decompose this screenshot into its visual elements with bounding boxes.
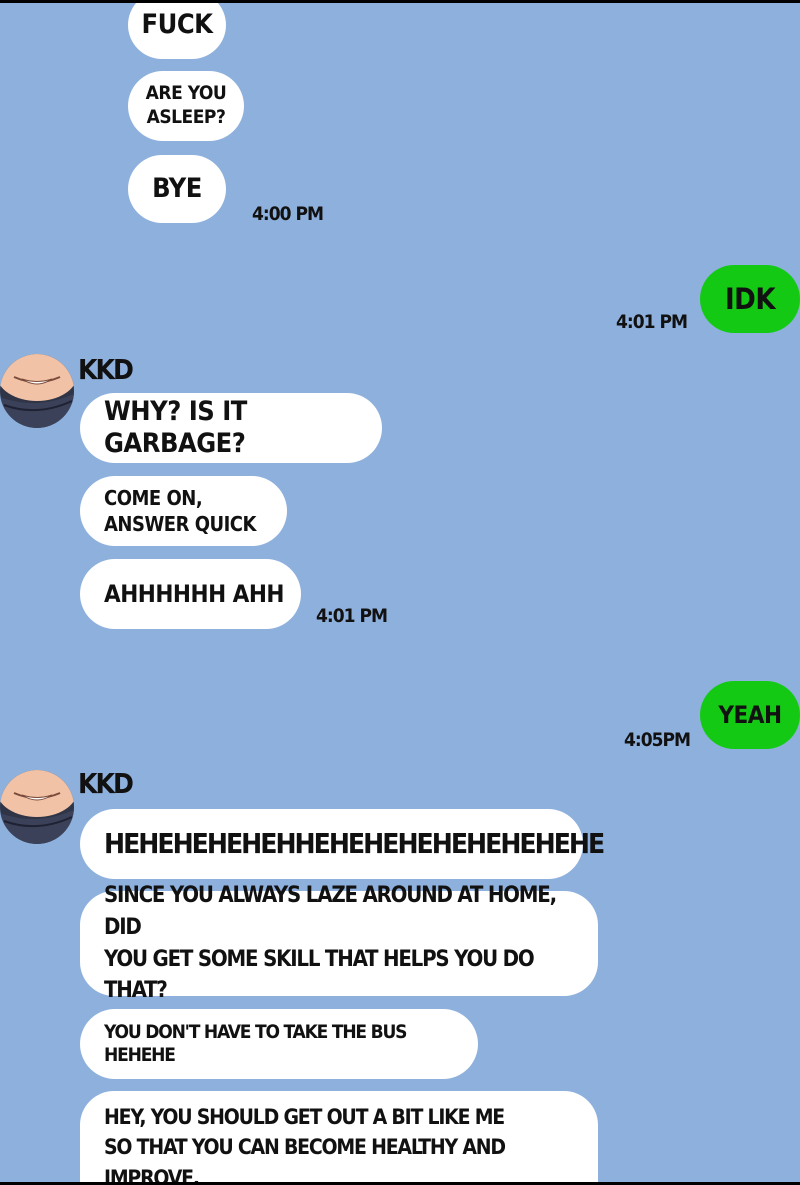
message-text: FUCK [141, 8, 213, 40]
message-text: WHY? IS IT GARBAGE? [104, 395, 247, 459]
kkd-avatar-icon [0, 770, 74, 844]
message-text: YOU DON'T HAVE TO TAKE THE BUS HEHEHE [104, 1021, 407, 1066]
message-text: HEHEHEHEHEHHEHEHEHEHEHEHEHEHE [104, 827, 605, 861]
message-text: HEY, YOU SHOULD GET OUT A BIT LIKE ME SO… [104, 1104, 506, 1185]
message-bubble: SINCE YOU ALWAYS LAZE AROUND AT HOME, DI… [80, 883, 598, 1003]
message-text: YEAH [718, 700, 782, 729]
message-timestamp: 4:01 PM [316, 605, 388, 627]
chat-panel: FUCK ARE YOU ASLEEP? BYE 4:00 PM IDK 4:0… [0, 0, 800, 1185]
message-timestamp: 4:01 PM [616, 311, 688, 333]
outgoing-message-bubble: YEAH [700, 681, 800, 749]
message-bubble: YOU DON'T HAVE TO TAKE THE BUS HEHEHE [80, 1009, 478, 1079]
sender-name: KKD [78, 353, 134, 386]
message-timestamp: 4:05PM [624, 729, 691, 751]
message-text: IDK [724, 281, 776, 316]
message-timestamp: 4:00 PM [252, 203, 324, 225]
message-text: SINCE YOU ALWAYS LAZE AROUND AT HOME, DI… [104, 882, 557, 1004]
kkd-avatar-icon [0, 354, 74, 428]
message-bubble: HEHEHEHEHEHHEHEHEHEHEHEHEHEHE [80, 809, 605, 879]
sender-name: KKD [78, 767, 134, 800]
message-text: BYE [152, 172, 202, 204]
message-bubble: COME ON, ANSWER QUICK [80, 476, 287, 546]
message-bubble: AHHHHHH AHH [80, 559, 301, 629]
message-bubble: WHY? IS IT GARBAGE? [80, 393, 382, 463]
message-bubble: FUCK [128, 3, 226, 59]
message-bubble: HEY, YOU SHOULD GET OUT A BIT LIKE ME SO… [80, 1091, 598, 1185]
message-text: ARE YOU ASLEEP? [145, 82, 227, 128]
message-text: AHHHHHH AHH [104, 579, 285, 608]
message-bubble: BYE [128, 155, 226, 223]
outgoing-message-bubble: IDK [700, 265, 800, 333]
message-bubble: ARE YOU ASLEEP? [128, 71, 244, 141]
message-text: COME ON, ANSWER QUICK [104, 486, 256, 536]
